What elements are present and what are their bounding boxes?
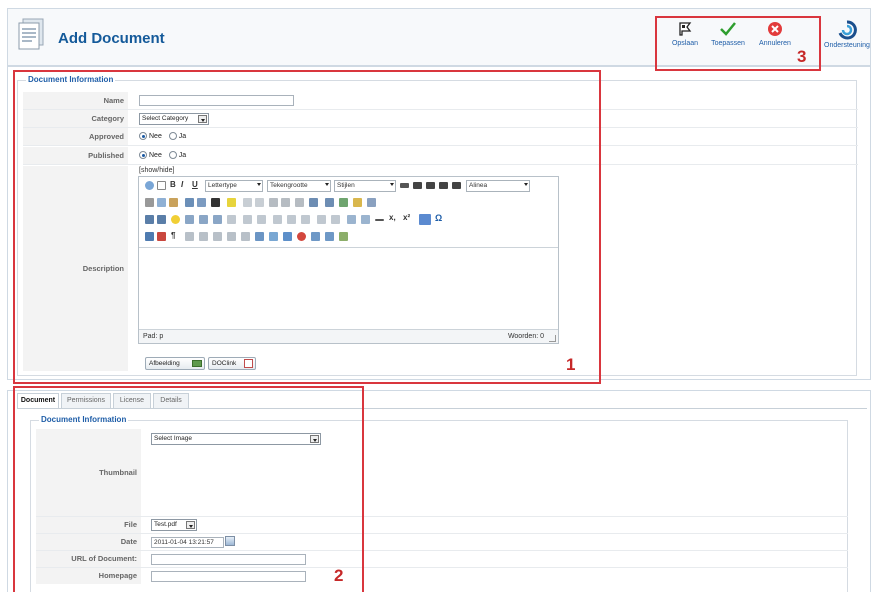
page-title: Add Document — [58, 30, 165, 47]
annotation-number-1: 1 — [566, 355, 576, 374]
document-icon — [17, 18, 45, 50]
annotation-number-3: 3 — [797, 47, 807, 66]
annotation-number-2: 2 — [334, 566, 344, 585]
support-button[interactable]: Ondersteuning — [821, 20, 873, 49]
support-icon — [838, 20, 857, 40]
annotation-box-2 — [13, 386, 364, 592]
annotation-box-1 — [13, 70, 601, 384]
